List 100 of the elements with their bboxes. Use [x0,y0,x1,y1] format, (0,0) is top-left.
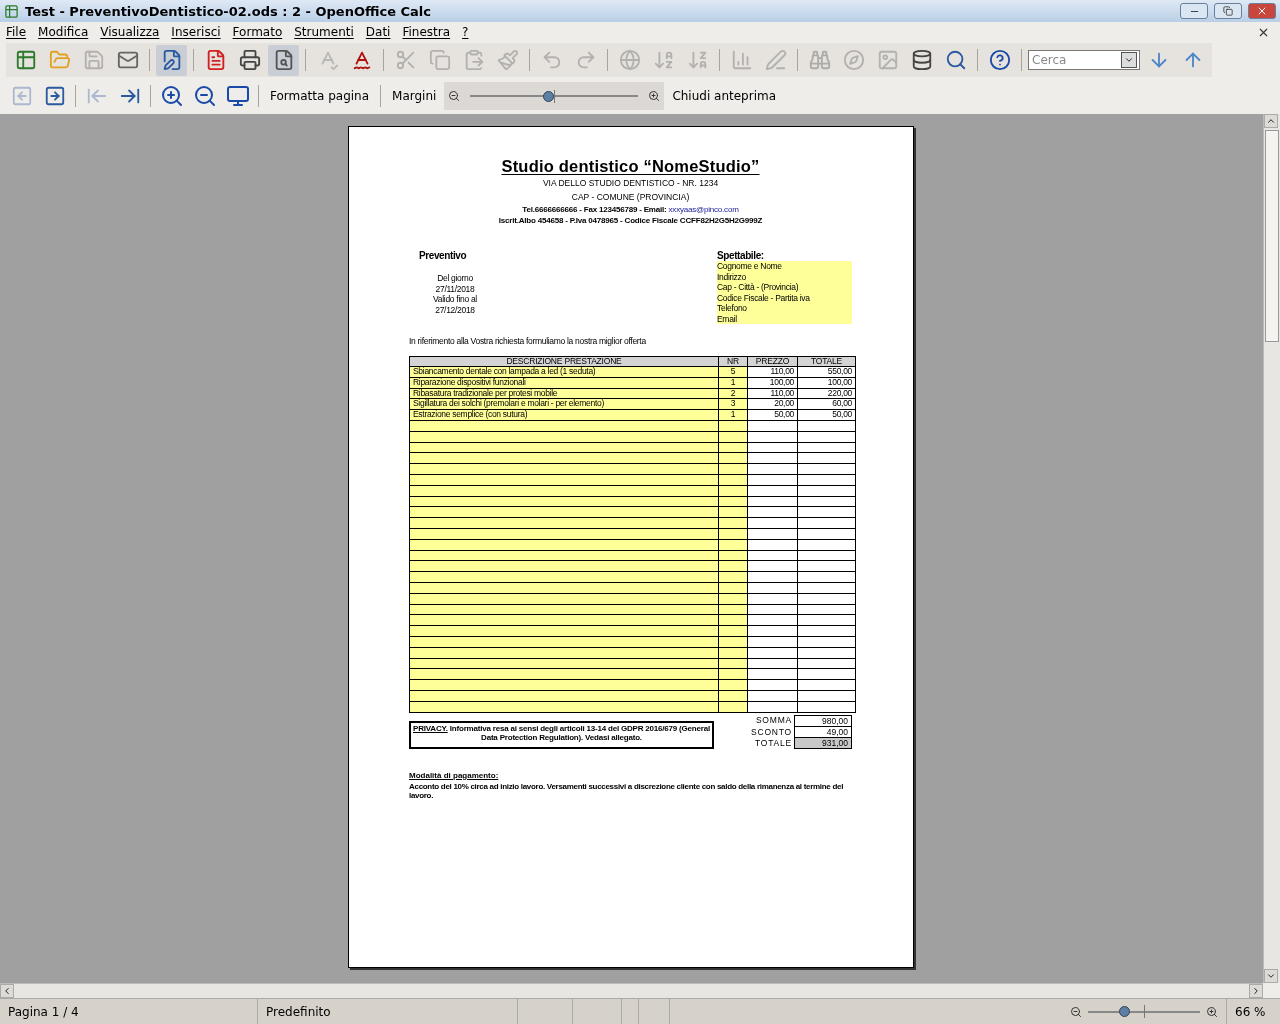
slider-thumb[interactable] [1118,1006,1130,1017]
table-cell: 50,00 [797,409,856,421]
privacy-notice: PRIVACY. Informativa resa ai sensi degli articoli 13-14 del GDPR 2016/679 (General Data Protection Regulation). Vedasi allegato. [409,720,714,749]
page-indicator: Pagina 1 / 4 [0,999,258,1024]
menu-item[interactable]: File [4,25,33,39]
menu-item[interactable]: Visualizza [94,25,166,39]
save-icon [82,49,105,71]
email-link[interactable]: xxxyaas@pinco.com [668,205,739,214]
quote-date-line: 27/12/2018 [435,304,475,315]
scroll-down-button[interactable] [1264,969,1278,983]
table-cell: 110,00 [747,366,798,378]
total-value: 980,00 [794,714,852,727]
app-icon [4,3,19,19]
table-cell: 5 [718,366,748,378]
window-title: Test - PreventivoDentistico-02.ods : 2 - OpenOffice Calc [25,3,432,19]
table-cell: 220,00 [797,388,856,399]
menu-item[interactable]: Inserisci [165,25,227,39]
vertical-scrollbar[interactable] [1263,114,1280,983]
scroll-up-button[interactable] [1264,114,1278,128]
column-header: NR [718,356,748,367]
compass-icon [842,49,865,71]
table-cell: 2 [718,388,748,399]
zoom-in-button[interactable] [1206,1005,1218,1018]
menu-item[interactable]: Finestra [396,25,457,39]
sort-descending-icon [686,49,709,71]
total-label: SOMMA [754,714,793,727]
column-header: TOTALE [797,356,856,367]
search-icon [944,49,967,71]
restore-button[interactable] [1214,3,1242,19]
chevron-up-icon [1266,116,1276,126]
menu-item[interactable]: Strumenti [288,25,360,39]
table-cell: 50,00 [747,409,798,421]
spreadsheet-icon [14,49,37,71]
table-cell: Estrazione semplice (con sutura) [409,409,719,421]
zoom-out-button[interactable] [448,90,461,102]
close-icon [1256,5,1268,17]
margins-button[interactable]: Margini [386,84,443,108]
restore-icon [1223,6,1233,16]
menu-item[interactable]: ? [456,25,475,39]
pen-icon [764,49,787,71]
next-page-icon [43,85,66,107]
scroll-left-button[interactable] [0,984,14,998]
envelope-icon [116,49,139,71]
total-value: 49,00 [794,726,852,738]
payment-terms: Acconto del 10% circa ad inizio lavoro. Versamenti successivi a discrezione cliente con saldo della rimanenza al termine del lavoro. [409,781,845,800]
intro-text: In riferimento alla Vostra richiesta formuliamo la nostra miglior offerta [409,336,647,346]
studio-address: VIA DELLO STUDIO DENTISTICO - NR. 1234 [542,177,719,190]
zoom-out-button[interactable] [1070,1005,1082,1018]
minimize-button[interactable] [1180,3,1208,19]
binoculars-icon [808,49,831,71]
table-cell: 550,00 [797,366,856,378]
horizontal-scrollbar[interactable] [0,983,1263,998]
table-cell: Sigillatura dei solchi (premolari e molari - per elemento) [409,398,719,410]
table-cell: Ribasatura tradizionale per protesi mobile [409,388,719,399]
format-page-button[interactable]: Formatta pagina [264,84,376,108]
table-cell: 1 [718,377,748,389]
recipient-line: Email [717,313,738,324]
database-icon [910,49,933,71]
toolbar-button[interactable] [268,44,299,76]
close-preview-button[interactable]: Chiudi anteprima [666,84,783,108]
privacy-link[interactable]: PRIVACY. [413,723,448,733]
contact-line: Tel.6666666666 - Fax 123456789 - Email: xxxyaas@pinco.com [522,204,739,215]
registry-line: Iscrit.Albo 454658 - P.Iva 0478965 - Codice Fiscale CCFF82H2G5H2G999Z [498,215,763,226]
help-icon [988,49,1011,71]
menu-item[interactable]: Dati [359,25,397,39]
recipient-title: Spettabile: [717,250,765,261]
table-cell: 20,00 [747,398,798,410]
menu-item[interactable]: Modifica [32,25,95,39]
recipient-line: Cognome e Nome [717,261,783,272]
chevron-right-icon [1251,986,1261,996]
globe-icon [618,49,641,71]
zoom-percentage: 66 % [1226,999,1280,1024]
column-header: PREZZO [747,356,798,367]
recipient-line: Codice Fiscale - Partita iva [717,292,811,303]
zoom-in-button[interactable] [648,90,661,102]
column-header: DESCRIZIONE PRESTAZIONE [409,356,719,367]
table-cell: 1 [718,409,748,421]
page-style: Predefinito [258,999,518,1024]
total-label: TOTALE [753,737,793,749]
search-combo-box[interactable]: Cerca [1028,50,1140,70]
scroll-thumb[interactable] [1265,130,1279,342]
table-cell: Sbiancamento dentale con lampada a led (1 seduta) [409,366,719,378]
chevron-left-icon [2,986,12,996]
quote-date-line: Valido fino al [433,294,477,305]
zoom-in-icon [159,84,184,108]
brush-icon [496,49,519,71]
bar-chart-icon [730,49,753,71]
table-cell: 110,00 [747,388,798,399]
menu-item[interactable]: Formato [226,25,289,39]
previous-page-icon [10,85,33,107]
toolbar-button[interactable] [156,44,187,76]
dropdown-icon[interactable] [1121,52,1137,68]
slider-thumb[interactable] [542,90,554,102]
recipient-line: Indirizzo [717,271,747,282]
scroll-right-button[interactable] [1249,984,1263,998]
close-button[interactable] [1248,3,1276,19]
total-value: 931,00 [794,737,852,749]
recipient-line: Telefono [717,303,748,314]
copy-icon [428,49,451,71]
table-cell: Riparazione dispositivi funzionali [409,377,719,389]
